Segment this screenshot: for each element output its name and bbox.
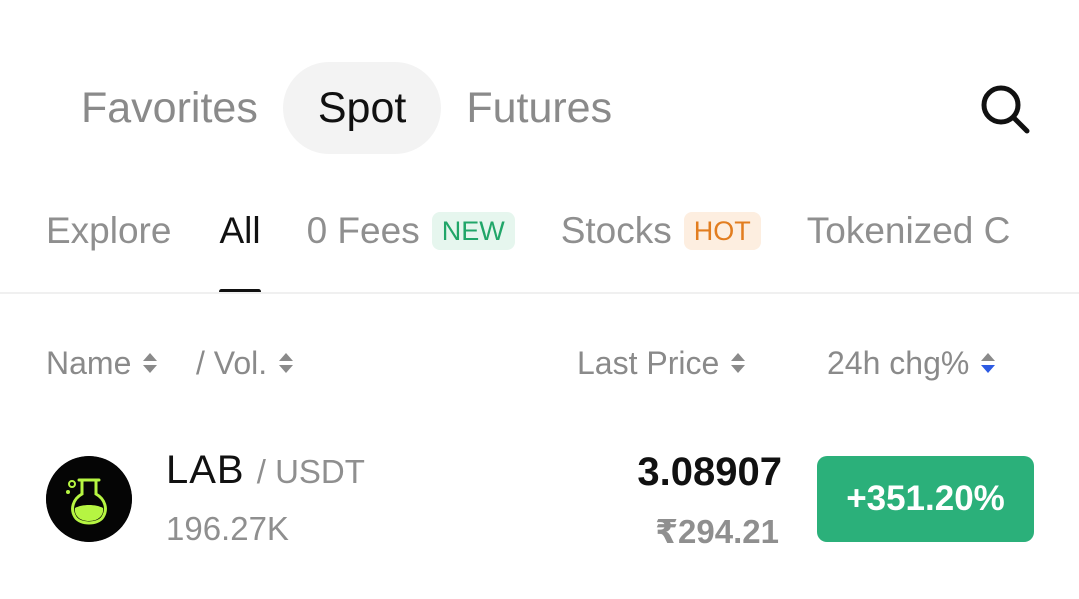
tab-tokenized[interactable]: Tokenized C <box>807 196 1011 266</box>
sort-change[interactable]: 24h chg% <box>827 338 996 388</box>
market-type-tabs: Favorites Spot Futures <box>56 62 637 154</box>
sort-icon <box>143 353 158 373</box>
market-row[interactable]: LAB / USDT 196.27K 3.08907 ₹294.21 +351.… <box>0 430 1079 570</box>
sort-volume[interactable]: / Vol. <box>196 338 294 388</box>
sort-icon <box>731 353 746 373</box>
pair-quote: / USDT <box>256 453 365 490</box>
flask-icon <box>46 456 132 542</box>
sort-icon <box>279 353 294 373</box>
hot-badge: HOT <box>683 212 761 250</box>
pair-volume: 196.27K <box>166 510 289 547</box>
tab-label: 0 Fees <box>306 210 420 251</box>
change-badge[interactable]: +351.20% <box>817 456 1034 542</box>
new-badge: NEW <box>431 212 515 250</box>
pair-name: LAB / USDT <box>166 448 365 493</box>
column-vol-label: / Vol. <box>196 344 268 381</box>
pair-base: LAB <box>166 448 245 492</box>
column-name-label: Name <box>46 344 132 381</box>
search-icon[interactable] <box>978 82 1032 136</box>
sort-last-price[interactable]: Last Price <box>577 338 746 388</box>
tab-label: Tokenized C <box>806 210 1011 251</box>
tab-zero-fees[interactable]: 0 Fees NEW <box>307 196 515 266</box>
tab-spot[interactable]: Spot <box>282 62 442 154</box>
sort-name[interactable]: Name <box>46 338 158 388</box>
tab-explore[interactable]: Explore <box>46 196 171 266</box>
tabs-divider <box>0 292 1079 294</box>
tab-futures[interactable]: Futures <box>441 62 637 154</box>
column-price-label: Last Price <box>577 344 720 381</box>
tab-favorites[interactable]: Favorites <box>56 62 283 154</box>
column-change-label: 24h chg% <box>827 344 970 381</box>
category-tabs: Explore All 0 Fees NEW Stocks HOT Tokeni… <box>46 196 1011 294</box>
tab-label: Stocks <box>560 210 672 251</box>
last-price: 3.08907 <box>637 450 782 494</box>
tab-all[interactable]: All <box>219 196 261 294</box>
last-price-fiat: ₹294.21 <box>655 513 779 550</box>
tab-label: All <box>219 210 261 251</box>
tab-stocks[interactable]: Stocks HOT <box>561 196 761 266</box>
tab-label: Explore <box>46 210 172 251</box>
sort-icon-active <box>981 353 996 373</box>
